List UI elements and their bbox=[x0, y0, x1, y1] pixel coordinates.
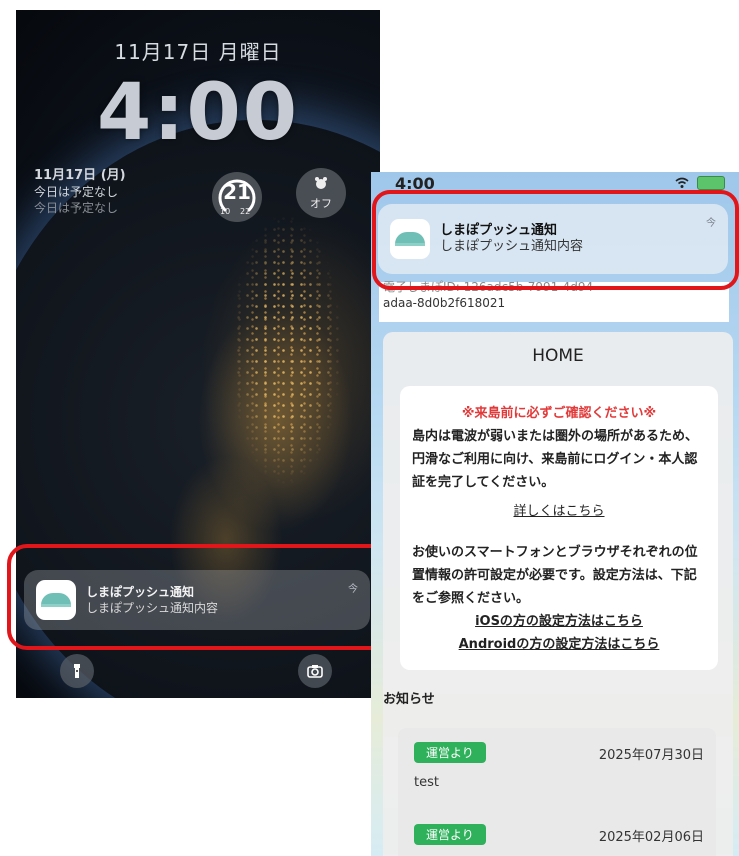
news-heading: お知らせ bbox=[383, 692, 435, 707]
alarm-widget[interactable]: オフ bbox=[296, 168, 346, 218]
alarm-label: オフ bbox=[310, 197, 332, 210]
details-link[interactable]: 詳しくはこちら bbox=[412, 500, 706, 523]
alarm-icon bbox=[315, 177, 327, 189]
highlight-box-app bbox=[372, 190, 739, 290]
status-icons bbox=[675, 176, 725, 190]
calendar-date: 11月17日 (月) bbox=[34, 168, 126, 183]
id-line2: adaa-8d0b2f618021 bbox=[383, 296, 506, 310]
notice-paragraph-1: 島内は電波が弱いまたは圏外の場所があるため、円滑なご利用に向け、来島前にログイン… bbox=[412, 429, 699, 490]
news-list: 運営より 2025年07月30日 test 運営より 2025年02月06日 bbox=[398, 728, 716, 856]
weather-high: 22 bbox=[240, 207, 251, 216]
lock-date: 11月17日 月曜日 bbox=[114, 40, 282, 64]
wifi-icon bbox=[675, 177, 689, 188]
calendar-line1: 今日は予定なし bbox=[34, 185, 119, 199]
flashlight-icon bbox=[74, 664, 80, 678]
news-tag: 運営より bbox=[414, 742, 486, 763]
highlight-box-lock bbox=[7, 544, 391, 650]
news-item[interactable]: 運営より 2025年07月30日 test bbox=[414, 742, 704, 790]
news-tag: 運営より bbox=[414, 824, 486, 845]
battery-icon bbox=[697, 176, 725, 190]
city-lights bbox=[216, 180, 376, 540]
info-card: ※来島前に必ずご確認ください※ 島内は電波が弱いまたは圏外の場所があるため、円滑… bbox=[400, 386, 718, 670]
weather-temp: 21 bbox=[223, 180, 251, 204]
news-date: 2025年02月06日 bbox=[598, 830, 704, 845]
camera-button[interactable] bbox=[298, 654, 332, 688]
news-body: test bbox=[414, 775, 439, 790]
weather-widget[interactable]: 21 10 22 bbox=[212, 172, 262, 222]
news-date: 2025年07月30日 bbox=[598, 748, 704, 763]
android-settings-link[interactable]: Androidの方の設定方法はこちら bbox=[412, 633, 706, 656]
warning-text: ※来島前に必ずご確認ください※ bbox=[461, 406, 657, 421]
news-item[interactable]: 運営より 2025年02月06日 bbox=[414, 824, 704, 845]
page-title: HOME bbox=[532, 346, 584, 366]
flashlight-button[interactable] bbox=[60, 654, 94, 688]
notice-paragraph-2: お使いのスマートフォンとブラウザそれぞれの位置情報の許可設定が必要です。設定方法… bbox=[412, 545, 698, 606]
calendar-line2: 今日は予定なし bbox=[34, 201, 119, 215]
calendar-widget[interactable]: 11月17日 (月) 今日は予定なし 今日は予定なし bbox=[34, 168, 126, 216]
weather-low: 10 bbox=[220, 207, 231, 216]
lock-time: 4:00 bbox=[96, 68, 299, 158]
ios-settings-link[interactable]: iOSの方の設定方法はこちら bbox=[412, 610, 706, 633]
camera-icon bbox=[307, 665, 323, 678]
